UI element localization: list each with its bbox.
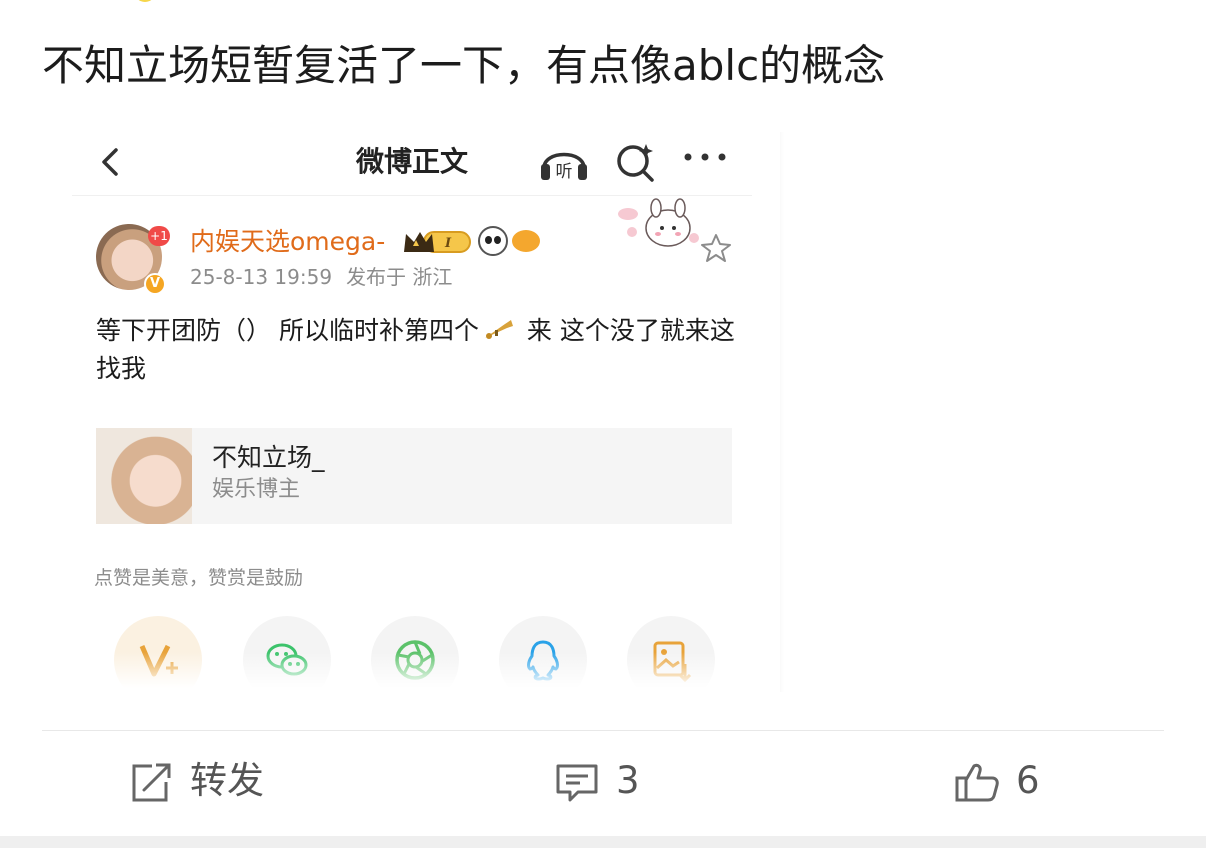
like-count: 6 <box>1016 759 1040 802</box>
post-meta: 25-8-13 19:59 发布于 浙江 <box>190 262 452 292</box>
profile-card-avatar <box>96 428 192 524</box>
profile-card[interactable]: 不知立场_ 娱乐博主 <box>96 428 732 524</box>
verified-badge: V <box>144 273 166 295</box>
content-text-before: 等下开团防（） 所以临时补第四个 <box>96 316 479 345</box>
top-cropped-remnant <box>92 0 172 4</box>
comment-count: 3 <box>616 759 640 802</box>
actions-divider <box>42 730 1164 731</box>
cropped-emoji <box>134 0 156 2</box>
thumbs-up-icon <box>955 763 999 802</box>
post-time: 25-8-13 19:59 <box>190 265 333 289</box>
avatar-notification-badge: +1 <box>148 226 170 246</box>
screenshot-bottom-fade <box>72 652 780 692</box>
reward-hint: 点赞是美意，赞赏是鼓励 <box>94 567 304 589</box>
bunny-sticker-icon <box>618 198 699 247</box>
repost-button[interactable]: 转发 <box>128 748 308 814</box>
crown-level-badge-icon: I <box>404 231 471 253</box>
post-location: 发布于 浙江 <box>346 265 453 289</box>
author-name: 内娱天选omega- <box>190 227 386 256</box>
post-content: 等下开团防（） 所以临时补第四个 来 这个没了就来这找我 <box>96 312 746 388</box>
weibo-page-title: 微博正文 <box>355 145 468 178</box>
level-badge-text: I <box>444 236 452 251</box>
bottom-separator <box>0 836 1206 848</box>
weibo-header: 微博正文 听 <box>72 132 752 196</box>
profile-card-subtitle: 娱乐博主 <box>212 477 301 502</box>
trumpet-icon <box>484 320 513 339</box>
comment-button[interactable]: 3 <box>554 748 674 814</box>
embedded-screenshot[interactable]: 微博正文 听 +1 V 内娱天选omega- I 25-8-13 19:59 发… <box>72 132 780 692</box>
post-text: 不知立场短暂复活了一下，有点像ablc的概念 <box>42 41 886 90</box>
repost-label: 转发 <box>190 759 264 802</box>
comment-icon <box>556 764 598 802</box>
favorite-star-icon[interactable] <box>700 232 732 264</box>
panda-icon <box>478 226 508 256</box>
fish-icon <box>512 230 540 252</box>
headphones-icon: 听 <box>541 152 587 182</box>
repost-icon <box>132 763 171 802</box>
back-arrow-icon <box>102 148 118 176</box>
search-icon <box>617 144 654 182</box>
more-icon <box>684 153 726 161</box>
profile-card-name: 不知立场_ <box>212 443 325 472</box>
like-button[interactable]: 6 <box>954 748 1074 814</box>
listen-label: 听 <box>556 162 573 182</box>
